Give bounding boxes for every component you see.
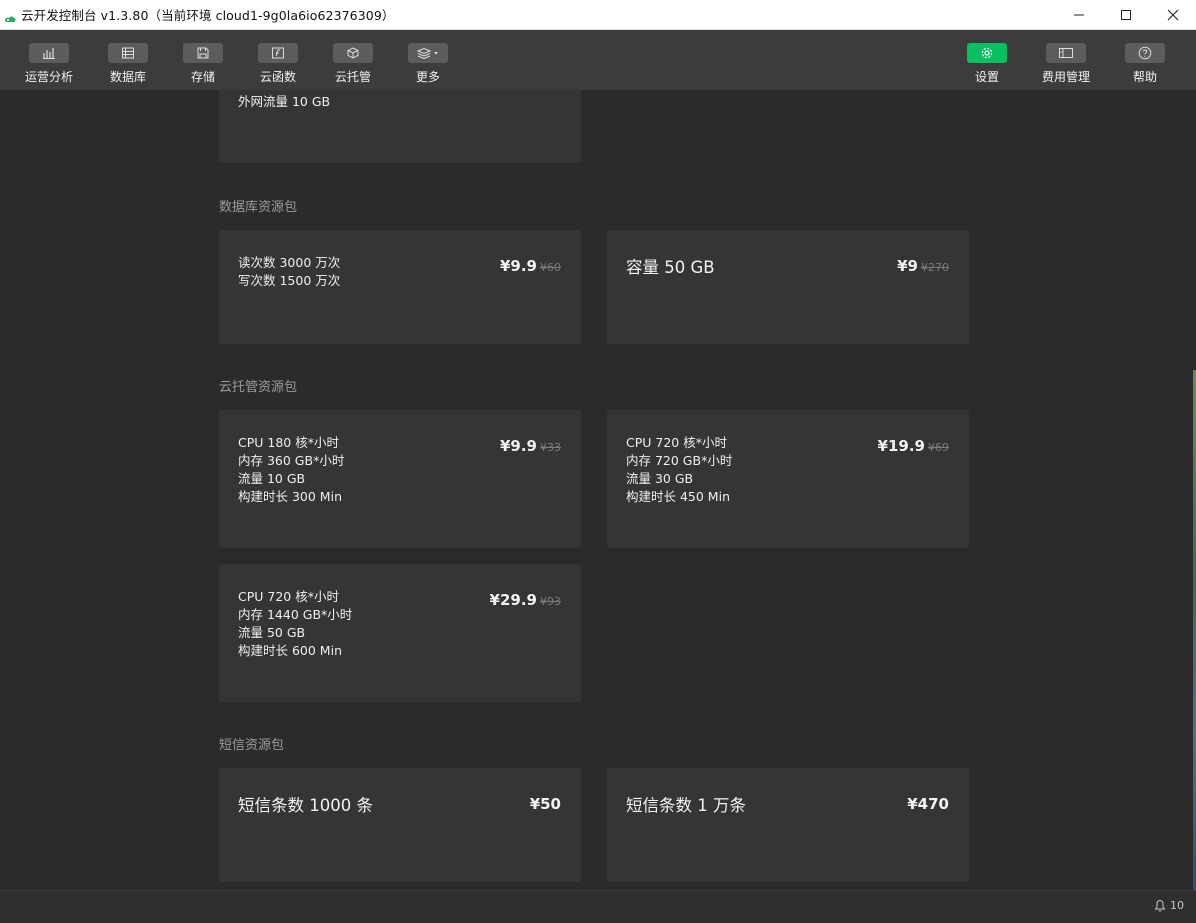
pack-detail-line: 构建时长 600 Min <box>238 643 342 658</box>
pack-title: 短信条数 1 万条 <box>626 796 746 815</box>
gear-icon <box>967 43 1007 63</box>
help-icon <box>1125 43 1165 63</box>
notification-count: 10 <box>1170 899 1184 912</box>
original-price: ¥270 <box>921 261 949 274</box>
pack-detail-line: CPU 720 核*小时 <box>626 435 727 450</box>
toolbar-database-label: 数据库 <box>109 70 146 84</box>
main-toolbar: 运营分析 数据库 存储 云函数 云托管 更多 设置 费用管理 帮助 <box>0 30 1196 90</box>
pack-card[interactable]: 短信条数 1000 条 ¥50 <box>219 768 581 882</box>
section-title-database: 数据库资源包 <box>219 200 298 215</box>
original-price: ¥93 <box>540 595 561 608</box>
pack-price: ¥9.9 ¥33 <box>500 437 561 455</box>
pack-price: ¥29.9 ¥93 <box>490 591 561 609</box>
original-price: ¥33 <box>540 441 561 454</box>
pack-details: CPU 720 核*小时 内存 1440 GB*小时 流量 50 GB 构建时长… <box>238 588 352 660</box>
resource-pack-list[interactable]: 外网流量 10 GB 数据库资源包 读次数 3000 万次 写次数 1500 万… <box>0 90 1196 890</box>
current-price: ¥9.9 <box>499 437 537 455</box>
pack-card[interactable]: 读次数 3000 万次 写次数 1500 万次 ¥9.9 ¥60 <box>219 230 581 344</box>
toolbar-more-label: 更多 <box>415 70 440 84</box>
original-price: ¥69 <box>928 441 949 454</box>
layers-icon <box>408 43 448 63</box>
current-price: ¥29.9 <box>489 591 537 609</box>
close-icon <box>1167 9 1178 21</box>
pack-detail-line: 构建时长 450 Min <box>626 489 730 504</box>
pack-card[interactable]: CPU 720 核*小时 内存 720 GB*小时 流量 30 GB 构建时长 … <box>607 410 969 548</box>
toolbar-more[interactable]: 更多 <box>396 43 460 85</box>
toolbar-billing[interactable]: 费用管理 <box>1034 43 1098 85</box>
section-title-cloudrun: 云托管资源包 <box>219 380 298 395</box>
pack-price: ¥50 <box>530 795 561 813</box>
pack-detail-line: 构建时长 300 Min <box>238 489 342 504</box>
toolbar-cloud-hosting[interactable]: 云托管 <box>321 43 385 85</box>
pack-detail-line: 写次数 1500 万次 <box>238 273 341 288</box>
pack-detail-line: 流量 10 GB <box>238 471 306 486</box>
notification-indicator[interactable]: 10 <box>1154 899 1184 912</box>
current-price: ¥9.9 <box>499 257 537 275</box>
maximize-button[interactable] <box>1102 0 1149 30</box>
toolbar-help[interactable]: 帮助 <box>1113 43 1177 85</box>
pack-price: ¥470 <box>907 795 949 813</box>
pack-detail-line: 读次数 3000 万次 <box>238 255 341 270</box>
partial-pack-line: 外网流量 10 GB <box>238 94 331 109</box>
minimize-button[interactable] <box>1055 0 1102 30</box>
current-price: ¥19.9 <box>877 437 925 455</box>
pack-detail-line: CPU 180 核*小时 <box>238 435 339 450</box>
billing-icon <box>1046 43 1086 63</box>
pack-detail-line: 内存 360 GB*小时 <box>238 453 345 468</box>
pack-detail-line: 内存 1440 GB*小时 <box>238 607 353 622</box>
section-title-sms: 短信资源包 <box>219 738 285 753</box>
pack-detail-line: 内存 720 GB*小时 <box>626 453 733 468</box>
close-button[interactable] <box>1149 0 1196 30</box>
toolbar-storage-label: 存储 <box>190 70 215 84</box>
pack-details: CPU 180 核*小时 内存 360 GB*小时 流量 10 GB 构建时长 … <box>238 434 344 506</box>
original-price: ¥60 <box>540 261 561 274</box>
toolbar-settings-label: 设置 <box>974 70 999 84</box>
window-title: 云开发控制台 v1.3.80（当前环境 cloud1-9g0la6io62376… <box>21 8 395 23</box>
pack-price: ¥9.9 ¥60 <box>500 257 561 275</box>
toolbar-analytics-label: 运营分析 <box>24 70 73 84</box>
function-icon <box>258 43 298 63</box>
window-titlebar: 云开发控制台 v1.3.80（当前环境 cloud1-9g0la6io62376… <box>0 0 1196 30</box>
minimize-icon <box>1073 14 1084 16</box>
pack-card[interactable]: CPU 720 核*小时 内存 1440 GB*小时 流量 50 GB 构建时长… <box>219 564 581 702</box>
bar-chart-icon <box>29 43 69 63</box>
status-bar: 10 <box>0 890 1196 923</box>
toolbar-database[interactable]: 数据库 <box>96 43 160 85</box>
toolbar-settings[interactable]: 设置 <box>955 43 1019 85</box>
pack-price: ¥9 ¥270 <box>897 257 949 275</box>
pack-price: ¥19.9 ¥69 <box>878 437 949 455</box>
storage-icon <box>183 43 223 63</box>
pack-card[interactable]: CPU 180 核*小时 内存 360 GB*小时 流量 10 GB 构建时长 … <box>219 410 581 548</box>
current-price: ¥9 <box>897 257 918 275</box>
pack-title: 容量 50 GB <box>626 258 715 277</box>
toolbar-storage[interactable]: 存储 <box>171 43 235 85</box>
toolbar-cloud-function-label: 云函数 <box>259 70 296 84</box>
pack-detail-line: 流量 50 GB <box>238 625 306 640</box>
partial-pack-card[interactable]: 外网流量 10 GB <box>219 90 581 163</box>
database-icon <box>108 43 148 63</box>
bell-icon <box>1154 899 1166 912</box>
pack-card[interactable]: 短信条数 1 万条 ¥470 <box>607 768 969 882</box>
current-price: ¥470 <box>907 795 949 813</box>
toolbar-cloud-function[interactable]: 云函数 <box>246 43 310 85</box>
pack-detail-line: CPU 720 核*小时 <box>238 589 339 604</box>
toolbar-analytics[interactable]: 运营分析 <box>17 43 81 85</box>
pack-card[interactable]: 容量 50 GB ¥9 ¥270 <box>607 230 969 344</box>
pack-detail-line: 流量 30 GB <box>626 471 694 486</box>
cube-icon <box>333 43 373 63</box>
pack-details: CPU 720 核*小时 内存 720 GB*小时 流量 30 GB 构建时长 … <box>626 434 732 506</box>
pack-title: 短信条数 1000 条 <box>238 796 373 815</box>
toolbar-billing-label: 费用管理 <box>1041 70 1090 84</box>
maximize-icon <box>1120 10 1131 20</box>
current-price: ¥50 <box>529 795 561 813</box>
toolbar-help-label: 帮助 <box>1132 70 1157 84</box>
toolbar-cloud-hosting-label: 云托管 <box>334 70 371 84</box>
app-logo-icon <box>4 10 16 22</box>
pack-details: 读次数 3000 万次 写次数 1500 万次 <box>238 254 340 290</box>
